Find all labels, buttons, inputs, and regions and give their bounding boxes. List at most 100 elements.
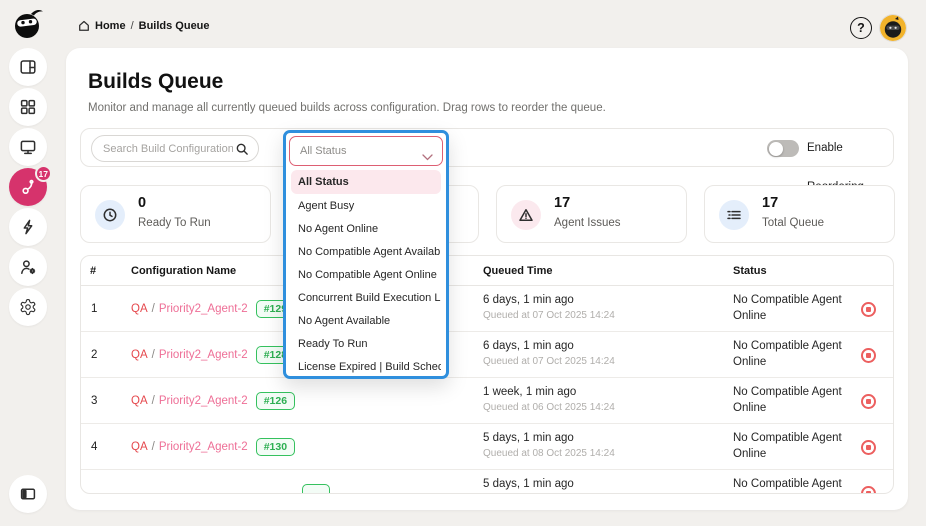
app-logo-ninja-icon[interactable] (10, 6, 46, 42)
search-input[interactable] (103, 137, 233, 160)
queued-time: 5 days, 1 min ago (483, 478, 574, 490)
configuration-name: QA / Priority2_Agent-2 #130 (131, 424, 296, 470)
search-icon (235, 142, 249, 161)
sidebar-item-agents[interactable] (9, 248, 47, 286)
breadcrumb-home[interactable]: Home (95, 20, 126, 32)
col-number: # (90, 265, 97, 277)
config-separator: / (151, 349, 155, 361)
stop-icon (866, 445, 871, 450)
menu-item-ready-to-run[interactable]: Ready To Run (291, 333, 441, 356)
lightning-icon (23, 219, 33, 235)
page-title: Builds Queue (88, 70, 224, 93)
build-number-badge[interactable]: #126 (255, 392, 296, 410)
config-name[interactable]: Priority2_Agent-2 (159, 441, 248, 453)
queued-at: Queued at 08 Oct 2025 14:24 (483, 448, 615, 459)
gear-icon (20, 298, 36, 316)
enable-reordering-toggle[interactable] (767, 140, 799, 157)
project-name[interactable]: QA (131, 395, 148, 407)
col-queued-time: Queued Time (483, 265, 553, 277)
cancel-build-button[interactable] (861, 440, 876, 455)
queue-count-badge: 17 (34, 165, 52, 182)
sidebar-item-actions[interactable] (9, 208, 47, 246)
config-name[interactable]: Priority2_Agent-2 (159, 303, 248, 315)
sidebar-item-apps[interactable] (9, 88, 47, 126)
build-number-badge[interactable]: #130 (255, 438, 296, 456)
enable-reordering-label: Enable Reordering (807, 142, 864, 193)
configuration-name: QA / Priority2_Agent-2 #129 (131, 286, 296, 332)
main-panel: Builds Queue Monitor and manage all curr… (66, 48, 908, 510)
home-icon (79, 20, 89, 31)
project-name[interactable]: QA (131, 349, 148, 361)
status-filter-select[interactable]: All Status (289, 136, 443, 166)
queued-at: Queued at 07 Oct 2025 14:24 (483, 310, 615, 321)
cancel-build-button[interactable] (861, 302, 876, 317)
menu-item-all-status[interactable]: All Status (291, 170, 441, 194)
time-ago: 5 days, 1 min ago (483, 478, 574, 490)
stop-icon (866, 399, 871, 404)
config-name[interactable]: Priority2_Agent-2 (159, 349, 248, 361)
chevron-down-icon (422, 148, 433, 166)
stop-icon (866, 491, 871, 493)
project-name[interactable]: QA (131, 303, 148, 315)
project-name[interactable]: QA (131, 441, 148, 453)
sidebar-collapse-button[interactable] (9, 475, 47, 513)
menu-item-no-agent-available[interactable]: No Agent Available (291, 310, 441, 333)
row-number: 1 (91, 303, 98, 315)
user-avatar[interactable] (880, 15, 906, 41)
table-header: # Configuration Name Queued Time Status (81, 256, 893, 286)
cancel-build-button[interactable] (861, 394, 876, 409)
status-text: No Compatible Agent Online (733, 340, 842, 368)
layout-icon (20, 60, 36, 74)
stop-icon (866, 307, 871, 312)
menu-item-no-agent-online[interactable]: No Agent Online (291, 218, 441, 241)
sidebar-item-dashboard[interactable] (9, 48, 47, 86)
menu-item-concurrent-build-execution-limit[interactable]: Concurrent Build Execution Li... (291, 287, 441, 310)
menu-item-license-expired[interactable]: License Expired | Build Schedu... (291, 356, 441, 379)
stat-label: Total Queue (762, 217, 825, 229)
table-row: 2 QA / Priority2_Agent-2 #128 6 days, 1 … (81, 332, 893, 378)
queued-at: Queued at 07 Oct 2025 14:24 (483, 356, 615, 367)
configuration-name: QA / Priority2_Agent-2 #126 (131, 378, 296, 424)
config-separator: / (151, 395, 155, 407)
stat-label: Ready To Run (138, 217, 211, 229)
config-separator: / (151, 441, 155, 453)
question-mark-icon: ? (857, 21, 865, 35)
table-row: 1 QA / Priority2_Agent-2 #129 6 days, 1 … (81, 286, 893, 332)
cancel-build-button[interactable] (861, 348, 876, 363)
warning-triangle-icon (511, 200, 541, 230)
page-subtitle: Monitor and manage all currently queued … (88, 102, 606, 114)
cancel-build-button[interactable] (861, 486, 876, 493)
queued-time: 1 week, 1 min ago Queued at 06 Oct 2025 … (483, 386, 615, 413)
stat-value: 0 (138, 195, 147, 211)
stat-value: 17 (762, 195, 779, 211)
sidebar-item-monitors[interactable] (9, 128, 47, 166)
build-number-badge[interactable] (302, 483, 330, 493)
menu-item-no-compatible-agent-online[interactable]: No Compatible Agent Online (291, 264, 441, 287)
sidebar-item-builds-queue[interactable]: 17 (9, 165, 52, 206)
row-number: 3 (91, 395, 98, 407)
time-ago: 5 days, 1 min ago (483, 432, 574, 444)
builds-queue-hook-icon (21, 179, 34, 194)
help-button[interactable]: ? (850, 17, 872, 39)
sidebar: 17 (0, 0, 56, 526)
status-filter-dropdown: All Status All Status Agent Busy No Agen… (283, 130, 449, 379)
stat-value: 17 (554, 195, 571, 211)
search-build-configurations (91, 135, 259, 162)
queued-at: Queued at 06 Oct 2025 14:24 (483, 402, 615, 413)
menu-item-agent-busy[interactable]: Agent Busy (291, 195, 441, 218)
config-name[interactable]: Priority2_Agent-2 (159, 395, 248, 407)
status-options-menu: All Status Agent Busy No Agent Online No… (286, 170, 446, 379)
status-text: No Compatible Agent Online (733, 386, 842, 414)
stat-card-ready-to-run: 0 Ready To Run (80, 185, 271, 243)
apps-grid-icon (20, 99, 36, 115)
breadcrumb: Home / Builds Queue (78, 20, 210, 32)
menu-item-no-compatible-agent-available[interactable]: No Compatible Agent Available (291, 241, 441, 264)
stop-icon (866, 353, 871, 358)
status-filter-value: All Status (300, 145, 347, 157)
queue-list-icon (719, 200, 749, 230)
user-gear-icon (21, 260, 36, 275)
sidebar-item-settings[interactable] (9, 288, 47, 326)
table-row: 4 QA / Priority2_Agent-2 #130 5 days, 1 … (81, 424, 893, 470)
table-row: 3 QA / Priority2_Agent-2 #126 1 week, 1 … (81, 378, 893, 424)
table-row: 5 days, 1 min ago No Compatible Agent (81, 470, 893, 493)
